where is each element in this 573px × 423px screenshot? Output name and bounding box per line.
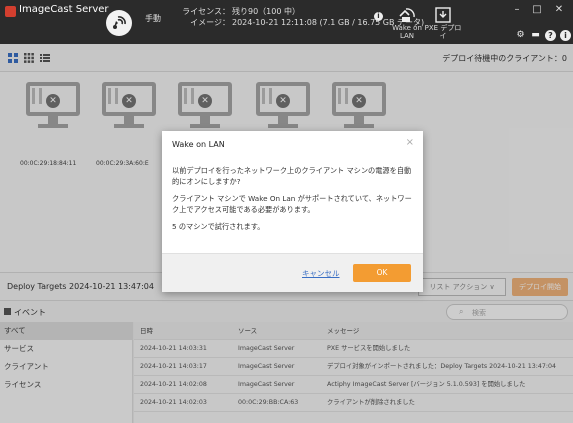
dialog-paragraph: クライアント マシンで Wake On Lan がサポートされていて、ネットワー… bbox=[172, 194, 412, 214]
dialog-footer: キャンセル OK bbox=[162, 253, 423, 292]
dialog-body: 以前デプロイを行ったネットワーク上のクライアント マシンの電源を自動的にオンにし… bbox=[172, 165, 414, 238]
manual-mode-icon[interactable] bbox=[106, 10, 132, 36]
app-logo-icon bbox=[5, 6, 16, 17]
wake-on-lan-label: Wake on LAN bbox=[392, 24, 422, 40]
pxe-deploy-button[interactable]: PXE デプロイ bbox=[423, 4, 463, 44]
close-icon[interactable]: ✕ bbox=[549, 3, 569, 17]
about-info-icon[interactable]: i bbox=[560, 30, 571, 41]
close-icon[interactable]: × bbox=[406, 137, 414, 148]
license-label: ライセンス： bbox=[182, 7, 230, 16]
wake-on-lan-button[interactable]: Wake on LAN bbox=[387, 4, 427, 44]
download-box-icon bbox=[435, 7, 451, 23]
info-icon[interactable]: i bbox=[374, 12, 383, 21]
pxe-deploy-label: PXE デプロイ bbox=[424, 24, 462, 40]
mode-label: 手動 bbox=[145, 14, 161, 23]
dialog-title: Wake on LAN bbox=[172, 140, 225, 149]
license-value: 残り90（100 中） bbox=[232, 7, 300, 16]
wake-on-lan-icon bbox=[399, 8, 415, 22]
settings-gear-icon[interactable]: ⚙ bbox=[515, 30, 526, 41]
image-label: イメージ： bbox=[190, 18, 230, 27]
help-icon[interactable]: ? bbox=[545, 30, 556, 41]
wake-on-lan-dialog: Wake on LAN × 以前デプロイを行ったネットワーク上のクライアント マ… bbox=[162, 131, 423, 292]
app-title: ImageCast Server bbox=[19, 4, 109, 15]
cancel-button[interactable]: キャンセル bbox=[302, 268, 340, 279]
title-bar: ImageCast Server 手動 ライセンス： 残り90（100 中） イ… bbox=[0, 0, 573, 44]
dialog-paragraph: 以前デプロイを行ったネットワーク上のクライアント マシンの電源を自動的にオンにし… bbox=[172, 166, 412, 186]
dialog-paragraph: 5 のマシンで試行されます。 bbox=[172, 222, 265, 231]
folder-icon[interactable]: ▬ bbox=[530, 30, 541, 41]
ok-button[interactable]: OK bbox=[353, 264, 411, 282]
maximize-icon[interactable]: □ bbox=[527, 3, 547, 17]
minimize-icon[interactable]: – bbox=[507, 3, 527, 17]
